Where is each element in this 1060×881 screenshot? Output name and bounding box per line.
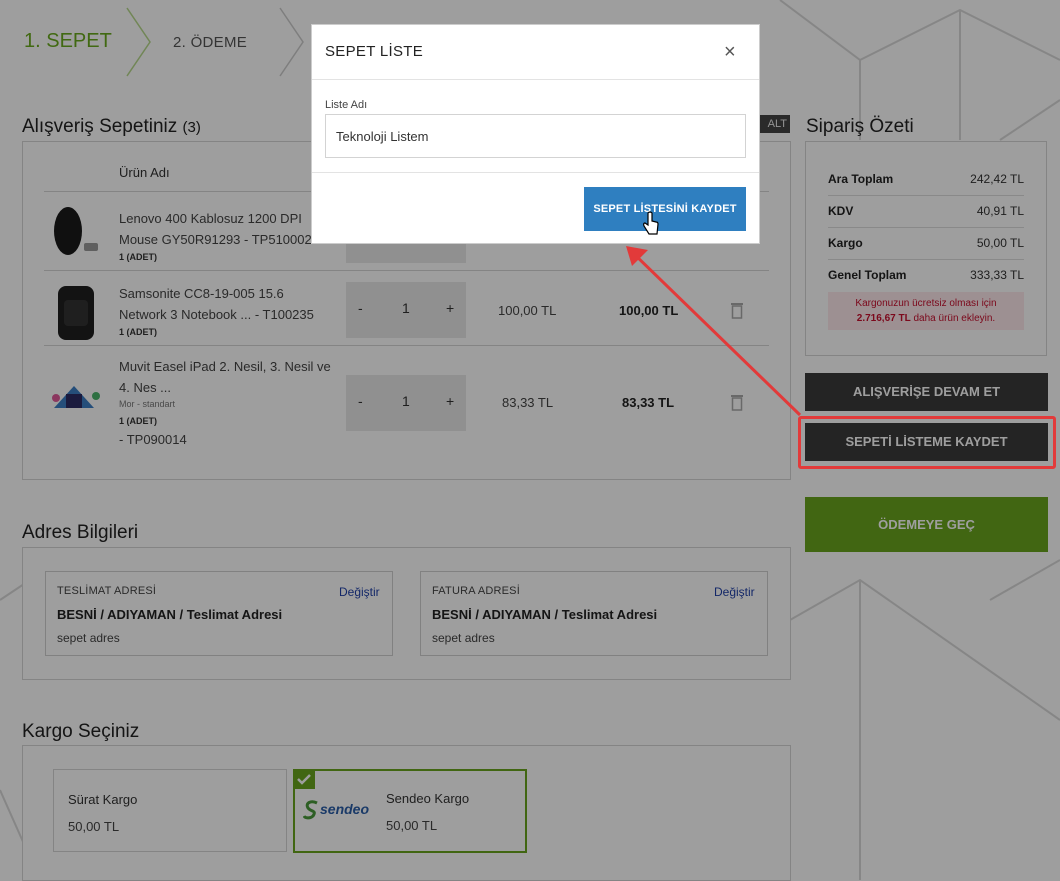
annotation-arrow-icon xyxy=(626,246,802,417)
modal-divider xyxy=(312,172,759,173)
list-name-input[interactable] xyxy=(325,114,746,158)
hand-cursor-icon xyxy=(643,211,659,235)
close-icon[interactable]: × xyxy=(724,41,736,64)
save-list-modal: SEPET LİSTE × Liste Adı SEPET LİSTESİNİ … xyxy=(311,24,760,244)
save-list-button[interactable]: SEPET LİSTESİNİ KAYDET xyxy=(584,187,746,231)
list-name-label: Liste Adı xyxy=(325,99,368,111)
modal-divider xyxy=(312,79,759,80)
modal-title: SEPET LİSTE xyxy=(325,43,424,60)
highlight-frame xyxy=(798,416,1056,469)
